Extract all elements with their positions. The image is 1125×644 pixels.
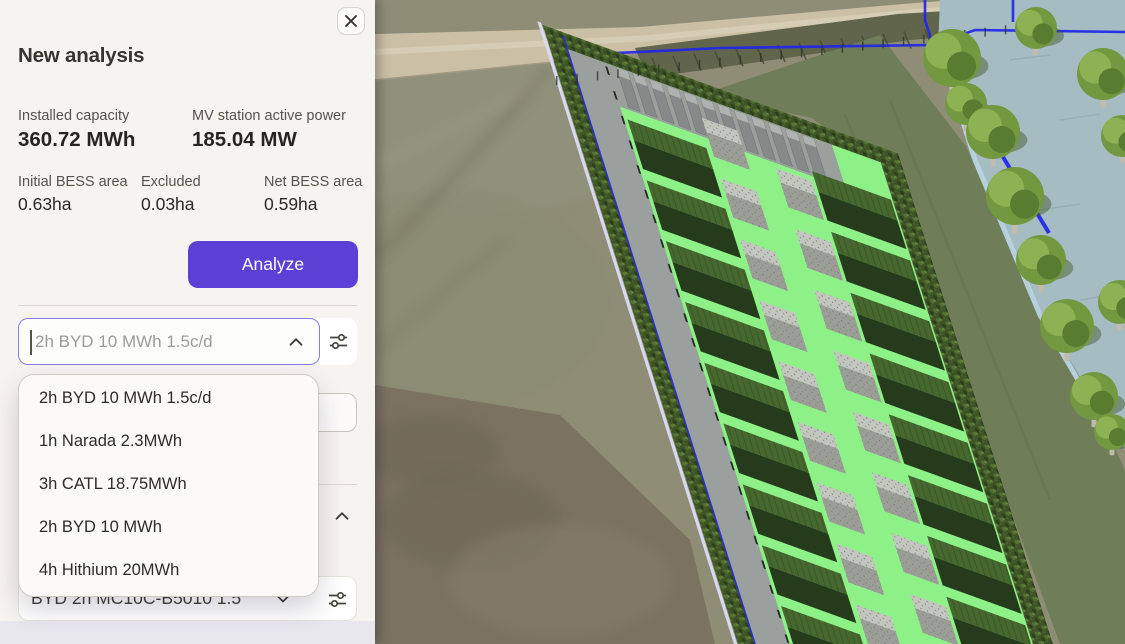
sliders-icon: [327, 330, 350, 353]
fence-post: [821, 46, 823, 55]
preset-option[interactable]: 1h Narada 2.3MWh: [19, 420, 318, 463]
chevron-up-icon: [285, 331, 307, 353]
fence-post: [740, 55, 742, 64]
divider: [18, 305, 357, 306]
fence-post: [842, 44, 844, 53]
fence-post: [597, 71, 599, 80]
soil-patch: [450, 525, 670, 635]
sliders-icon: [326, 588, 349, 611]
page-title: New analysis: [18, 44, 144, 68]
analyze-button[interactable]: Analyze: [188, 241, 358, 288]
metric-installed-capacity: Installed capacity 360.72 MWh: [18, 106, 135, 154]
fence-post: [801, 48, 803, 57]
fence-post: [638, 67, 640, 76]
close-icon: [344, 14, 358, 28]
fence-post: [699, 60, 701, 69]
preset-select-input[interactable]: 2h BYD 10 MWh 1.5c/d: [18, 318, 320, 365]
preset-option[interactable]: 4h Hithium 20MWh: [19, 549, 318, 592]
preset-option[interactable]: 2h BYD 10 MWh: [19, 506, 318, 549]
close-button[interactable]: [337, 7, 365, 35]
fence-post: [984, 28, 986, 37]
preset-filter-button[interactable]: [320, 318, 357, 365]
module-filter-button[interactable]: [319, 577, 356, 622]
fence-post: [882, 39, 884, 48]
fence-post: [1005, 25, 1007, 34]
fence-post: [556, 76, 558, 85]
fence-post: [862, 42, 864, 51]
fence-post: [576, 74, 578, 83]
fence-post: [923, 35, 925, 44]
app-window: New analysis Installed capacity 360.72 M…: [0, 0, 1125, 644]
panel-footer-strip: [0, 621, 375, 644]
soil-patch: [360, 415, 500, 485]
preset-option[interactable]: 2h BYD 10 MWh 1.5c/d: [19, 377, 318, 420]
metric-initial-bess-area: Initial BESS area 0.63ha: [18, 172, 128, 217]
metric-excluded-area: Excluded 0.03ha: [141, 172, 201, 217]
preset-options-dropdown: 2h BYD 10 MWh 1.5c/d 1h Narada 2.3MWh 3h…: [18, 374, 319, 597]
fence-post: [617, 69, 619, 78]
preset-select-row: 2h BYD 10 MWh 1.5c/d: [18, 318, 357, 365]
section-collapse-button[interactable]: [329, 503, 355, 529]
text-cursor: [30, 330, 32, 355]
preset-option[interactable]: 3h CATL 18.75MWh: [19, 463, 318, 506]
chevron-up-icon: [331, 505, 353, 527]
metric-mv-active-power: MV station active power 185.04 MW: [192, 106, 346, 154]
fence-post: [760, 53, 762, 62]
preset-placeholder: 2h BYD 10 MWh 1.5c/d: [35, 319, 213, 364]
metric-net-bess-area: Net BESS area 0.59ha: [264, 172, 362, 217]
new-analysis-panel: New analysis Installed capacity 360.72 M…: [0, 0, 375, 644]
fence-post: [903, 37, 905, 46]
fence-post: [678, 62, 680, 71]
fence-post: [780, 51, 782, 60]
fence-post: [719, 58, 721, 67]
fence-post: [658, 65, 660, 74]
